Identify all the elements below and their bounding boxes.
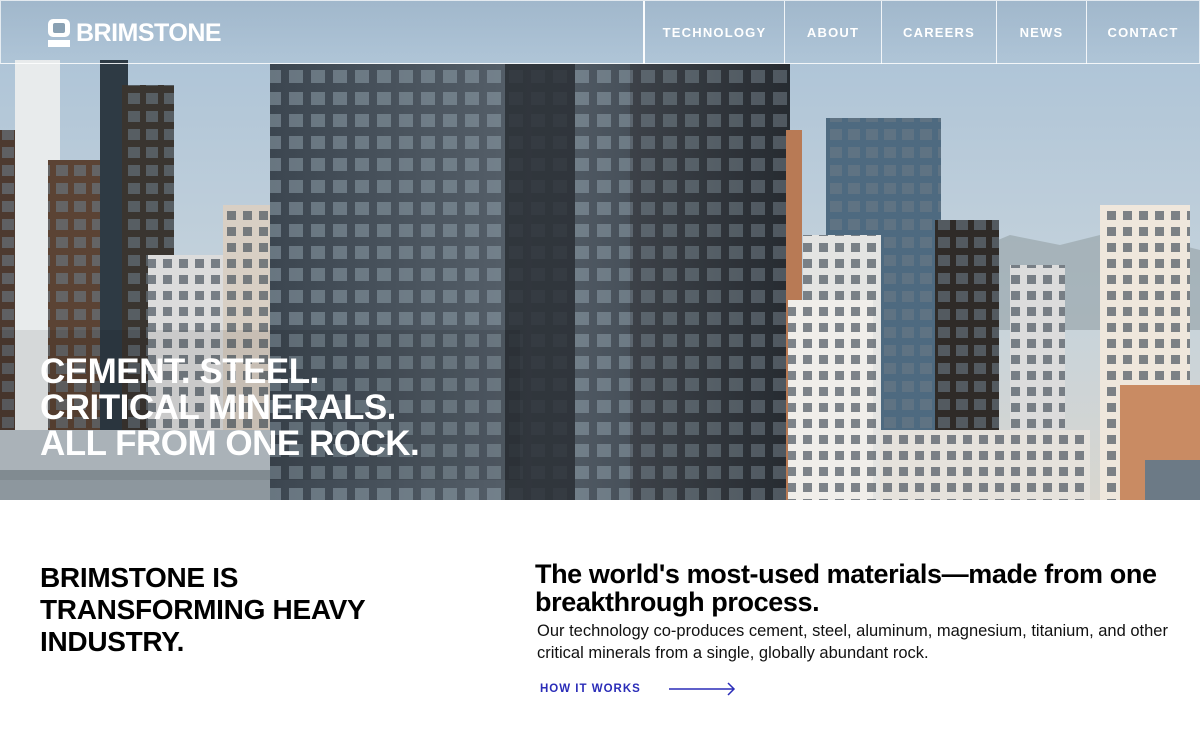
nav-item-careers[interactable]: CAREERS — [881, 1, 996, 64]
brimstone-logo-icon — [48, 19, 70, 47]
brand-logo[interactable]: BRIMSTONE — [47, 17, 222, 49]
hero-headline-line-3: ALL FROM ONE ROCK. — [40, 424, 420, 463]
brand-name: BRIMSTONE — [76, 19, 222, 47]
nav-item-technology[interactable]: TECHNOLOGY — [643, 1, 784, 64]
main-menu: TECHNOLOGY ABOUT CAREERS NEWS CONTACT — [643, 1, 1199, 64]
hero-headline-line-2: CRITICAL MINERALS. — [40, 388, 396, 427]
nav-item-news[interactable]: NEWS — [996, 1, 1086, 64]
arrow-right-icon — [668, 682, 735, 696]
feature-heading: The world's most-used materials—made fro… — [535, 559, 1157, 617]
nav-item-contact[interactable]: CONTACT — [1086, 1, 1199, 64]
intro-heading: BRIMSTONE IS TRANSFORMING HEAVY INDUSTRY… — [40, 562, 365, 657]
hero-section: BRIMSTONE TECHNOLOGY ABOUT CAREERS NEWS … — [0, 0, 1200, 500]
hero-headline: CEMENT. STEEL. CRITICAL MINERALS. ALL FR… — [40, 352, 420, 463]
nav-item-about[interactable]: ABOUT — [784, 1, 881, 64]
feature-description: Our technology co-produces cement, steel… — [537, 622, 1168, 662]
how-it-works-label: HOW IT WORKS — [540, 683, 641, 695]
top-navigation: BRIMSTONE TECHNOLOGY ABOUT CAREERS NEWS … — [0, 0, 1200, 64]
how-it-works-link[interactable]: HOW IT WORKS — [540, 680, 737, 698]
hero-headline-line-1: CEMENT. STEEL. — [40, 352, 319, 391]
